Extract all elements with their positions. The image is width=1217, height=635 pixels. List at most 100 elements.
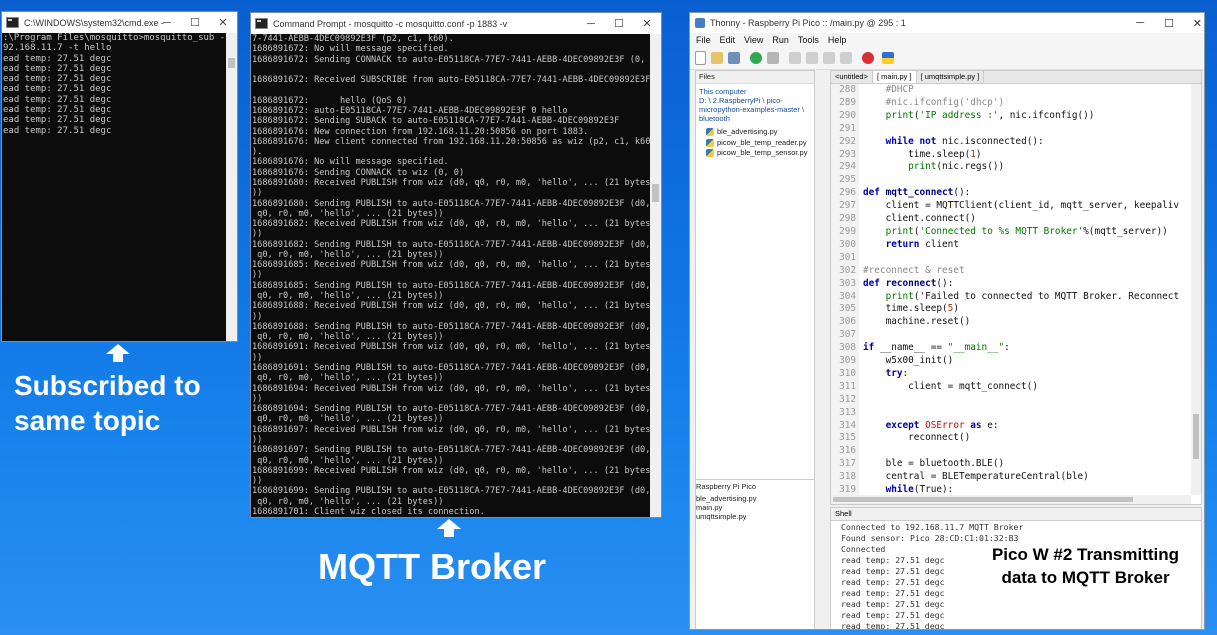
line-number: 293: [839, 148, 856, 160]
code-line[interactable]: while not nic.isconnected():: [863, 136, 1191, 149]
code-line[interactable]: #nic.ifconfig('dhcp'): [863, 97, 1191, 110]
code-line[interactable]: if __name__ == "__main__":: [863, 342, 1191, 355]
step-out-icon[interactable]: [823, 52, 835, 64]
subscriber-scrollbar[interactable]: [226, 33, 237, 341]
menu-item[interactable]: Run: [772, 35, 789, 45]
console-line: 1686891676: No will message specified.: [252, 157, 449, 168]
code-line[interactable]: reconnect(): [863, 432, 1191, 445]
code-line[interactable]: return client: [863, 239, 1191, 252]
code-line[interactable]: machine.reset(): [863, 316, 1191, 329]
computer-path[interactable]: D: \ 2.RaspberryPi \ pico-micropython-ex…: [696, 96, 814, 123]
console-line: 1686891685: Sending PUBLISH to auto-E051…: [252, 280, 650, 291]
code-line[interactable]: #reconnect & reset: [863, 265, 1191, 278]
console-line: q0, r0, m0, 'hello', ... (21 bytes)): [252, 373, 444, 384]
file-item[interactable]: picow_ble_temp_reader.py: [696, 138, 814, 149]
source-code[interactable]: #DHCP #nic.ifconfig('dhcp') print('IP ad…: [863, 84, 1191, 495]
code-line[interactable]: [863, 329, 1191, 342]
menu-item[interactable]: Edit: [720, 35, 736, 45]
console-line: 1686891672: Sending CONNACK to auto-E051…: [252, 54, 646, 65]
editor-tab[interactable]: [ main.py ]: [872, 71, 917, 83]
editor-hscrollbar[interactable]: [831, 495, 1191, 504]
file-item[interactable]: umqttsimple.py: [696, 512, 814, 521]
file-item[interactable]: ble_advertising.py: [696, 127, 814, 138]
pico-label[interactable]: Raspberry Pi Pico: [696, 480, 814, 491]
broker-console-output[interactable]: 7-7441-AEBB-4DEC09892E3F (p2, c1, k60). 1…: [251, 34, 650, 517]
line-number: 288: [839, 84, 856, 95]
code-line[interactable]: [863, 252, 1191, 265]
code-line[interactable]: time.sleep(5): [863, 303, 1191, 316]
maximize-button[interactable]: ☐: [181, 12, 209, 33]
code-line[interactable]: def mqtt_connect():: [863, 187, 1191, 200]
arrow-up-icon: [106, 344, 130, 362]
code-line[interactable]: print(nic.regs()): [863, 161, 1191, 174]
editor-tab[interactable]: [ umqttsimple.py ]: [917, 71, 985, 83]
close-button[interactable]: ✕: [633, 13, 661, 34]
save-icon[interactable]: [728, 52, 740, 64]
menu-item[interactable]: Help: [828, 35, 847, 45]
code-line[interactable]: central = BLETemperatureCentral(ble): [863, 471, 1191, 484]
console-line: 1686891682: Sending PUBLISH to auto-E051…: [252, 239, 650, 250]
subscriber-console-window[interactable]: C:\WINDOWS\system32\cmd.exe - ... ─ ☐ ✕ …: [1, 11, 238, 342]
broker-scrollbar[interactable]: [650, 34, 661, 517]
code-line[interactable]: client.connect(): [863, 213, 1191, 226]
minimize-button[interactable]: ─: [577, 13, 605, 34]
minimize-button[interactable]: ─: [1136, 17, 1144, 29]
line-number: 314: [839, 419, 856, 431]
broker-titlebar[interactable]: Command Prompt - mosquitto -c mosquitto.…: [251, 13, 661, 34]
code-editor[interactable]: <untitled>[ main.py ][ umqttsimple.py ] …: [830, 70, 1202, 505]
maximize-button[interactable]: ☐: [1164, 17, 1174, 30]
line-number: 310: [839, 367, 856, 379]
minimize-button[interactable]: ─: [153, 12, 181, 33]
computer-label[interactable]: This computer: [696, 84, 814, 96]
resume-icon[interactable]: [840, 52, 852, 64]
code-line[interactable]: client = MQTTClient(client_id, mqtt_serv…: [863, 200, 1191, 213]
ukraine-flag-icon[interactable]: [882, 52, 894, 64]
broker-console-window[interactable]: Command Prompt - mosquitto -c mosquitto.…: [250, 12, 662, 518]
step-into-icon[interactable]: [806, 52, 818, 64]
menu-item[interactable]: File: [696, 35, 711, 45]
code-line[interactable]: print('Failed to connected to MQTT Broke…: [863, 291, 1191, 304]
close-button[interactable]: ✕: [209, 12, 237, 33]
file-name: umqttsimple.py: [696, 512, 747, 521]
toolbar: [690, 47, 1204, 70]
maximize-button[interactable]: ☐: [605, 13, 633, 34]
thonny-window[interactable]: Thonny - Raspberry Pi Pico :: /main.py @…: [689, 12, 1205, 630]
stop-icon[interactable]: [862, 52, 874, 64]
debug-icon[interactable]: [767, 52, 779, 64]
editor-tab[interactable]: <untitled>: [831, 71, 873, 83]
menu-item[interactable]: Tools: [798, 35, 819, 45]
run-icon[interactable]: [750, 52, 762, 64]
code-line[interactable]: [863, 394, 1191, 407]
code-line[interactable]: #DHCP: [863, 84, 1191, 97]
thonny-titlebar[interactable]: Thonny - Raspberry Pi Pico :: /main.py @…: [690, 13, 1204, 33]
open-file-icon[interactable]: [711, 52, 723, 64]
code-line[interactable]: try:: [863, 368, 1191, 381]
file-item[interactable]: main.py: [696, 503, 814, 512]
code-line[interactable]: [863, 445, 1191, 458]
close-button[interactable]: ✕: [1193, 17, 1202, 30]
line-number: 319: [839, 484, 856, 495]
code-line[interactable]: [863, 174, 1191, 187]
file-item[interactable]: picow_ble_temp_sensor.py: [696, 148, 814, 159]
step-over-icon[interactable]: [789, 52, 801, 64]
menu-item[interactable]: View: [744, 35, 763, 45]
code-area[interactable]: 288 289 290 291 292 293 294 295 296 297 298 299 300 3…: [831, 84, 1191, 495]
code-line[interactable]: ble = bluetooth.BLE(): [863, 458, 1191, 471]
code-line[interactable]: [863, 123, 1191, 136]
code-line[interactable]: print('IP address :', nic.ifconfig()): [863, 110, 1191, 123]
code-line[interactable]: time.sleep(1): [863, 149, 1191, 162]
code-line[interactable]: def reconnect():: [863, 278, 1191, 291]
code-line[interactable]: w5x00_init(): [863, 355, 1191, 368]
new-file-icon[interactable]: [695, 51, 706, 65]
editor-vscrollbar[interactable]: [1191, 84, 1201, 495]
subscriber-titlebar[interactable]: C:\WINDOWS\system32\cmd.exe - ... ─ ☐ ✕: [2, 12, 237, 33]
code-line[interactable]: client = mqtt_connect(): [863, 381, 1191, 394]
code-line[interactable]: print('Connected to %s MQTT Broker'%(mqt…: [863, 226, 1191, 239]
subscriber-console-output[interactable]: :\Program Files\mosquitto>mosquitto_sub …: [2, 33, 226, 341]
shell-line: read temp: 27.51 degc: [841, 599, 945, 609]
code-line[interactable]: except OSError as e:: [863, 420, 1191, 433]
file-item[interactable]: ble_advertising.py: [696, 494, 814, 503]
code-line[interactable]: [863, 407, 1191, 420]
code-line[interactable]: while(True):: [863, 484, 1191, 495]
